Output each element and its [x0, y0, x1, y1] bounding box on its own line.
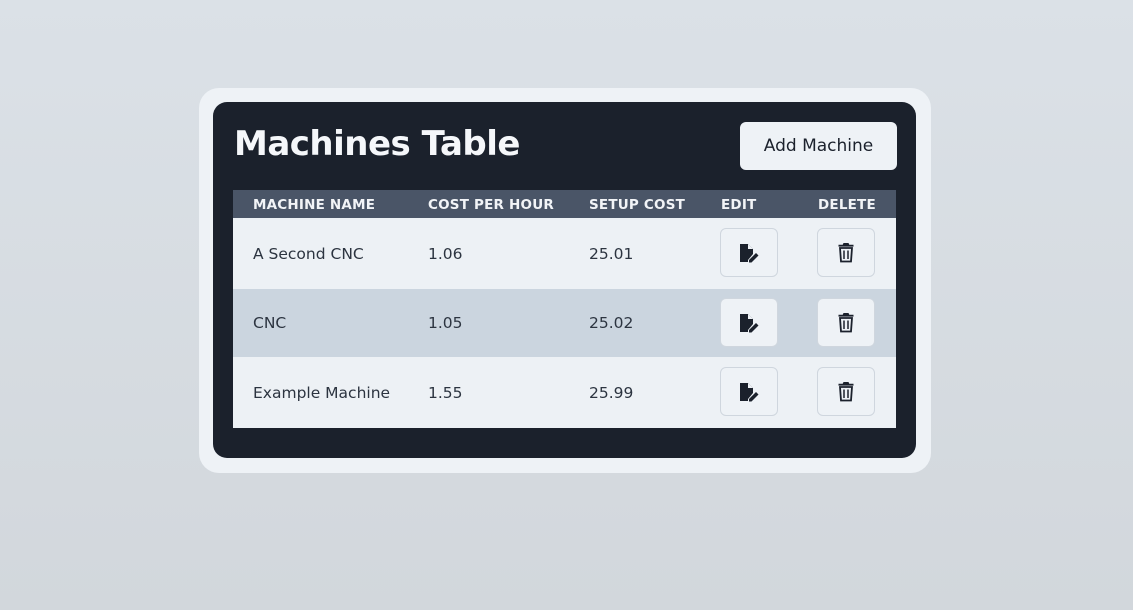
edit-button[interactable]	[720, 228, 778, 277]
edit-document-icon	[740, 313, 759, 332]
delete-button[interactable]	[817, 367, 875, 416]
cost-per-hour-cell: 1.06	[428, 244, 463, 263]
page-title: Machines Table	[234, 124, 520, 164]
machines-panel: Machines Table Add Machine MACHINE NAME …	[213, 102, 916, 458]
table-row: A Second CNC 1.06 25.01	[233, 218, 896, 289]
table-row: CNC 1.05 25.02	[233, 289, 896, 357]
cost-per-hour-cell: 1.05	[428, 314, 463, 332]
column-header-edit: EDIT	[721, 197, 757, 213]
column-header-delete: DELETE	[818, 197, 876, 213]
table-header: MACHINE NAME COST PER HOUR SETUP COST ED…	[233, 190, 896, 218]
cost-per-hour-cell: 1.55	[428, 383, 463, 402]
machines-table: MACHINE NAME COST PER HOUR SETUP COST ED…	[233, 190, 896, 428]
machine-name-cell: Example Machine	[253, 383, 391, 402]
delete-button[interactable]	[817, 228, 875, 277]
machine-name-cell: A Second CNC	[253, 244, 364, 263]
setup-cost-cell: 25.99	[589, 383, 634, 402]
setup-cost-cell: 25.01	[589, 244, 634, 263]
add-machine-button[interactable]: Add Machine	[740, 122, 897, 170]
column-header-cost-per-hour: COST PER HOUR	[428, 197, 554, 213]
trash-icon	[838, 382, 854, 402]
table-row: Example Machine 1.55 25.99	[233, 357, 896, 428]
trash-icon	[838, 243, 854, 263]
delete-button[interactable]	[817, 298, 875, 347]
edit-button[interactable]	[720, 367, 778, 416]
edit-document-icon	[740, 382, 759, 401]
edit-document-icon	[740, 243, 759, 262]
column-header-machine-name: MACHINE NAME	[253, 197, 376, 213]
machine-name-cell: CNC	[253, 314, 287, 332]
setup-cost-cell: 25.02	[589, 314, 634, 332]
edit-button[interactable]	[720, 298, 778, 347]
trash-icon	[838, 313, 854, 333]
column-header-setup-cost: SETUP COST	[589, 197, 686, 213]
card-frame: Machines Table Add Machine MACHINE NAME …	[199, 88, 931, 473]
